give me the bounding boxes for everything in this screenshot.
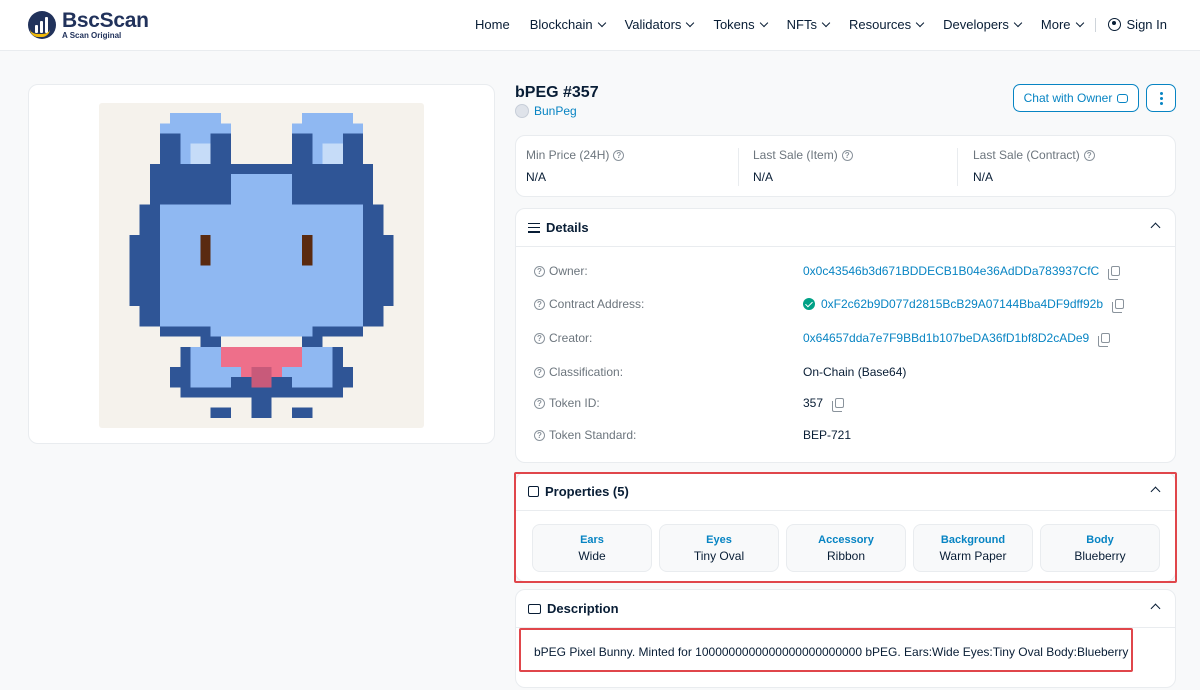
property-eyes[interactable]: Eyes Tiny Oval <box>659 524 779 572</box>
token-title: bPEG #357 <box>515 84 599 101</box>
question-circle-icon[interactable]: ? <box>841 149 853 161</box>
chat-bubble-icon <box>1117 93 1129 103</box>
question-circle-icon[interactable]: ? <box>534 366 545 378</box>
token-id-label: ? Token ID: <box>534 396 600 410</box>
nav-tokens[interactable]: Tokens <box>713 17 768 32</box>
property-body[interactable]: Body Blueberry <box>1040 524 1160 572</box>
owner-address-link[interactable]: 0x0c43546b3d671BDDECB1B04e36AdDDa783937C… <box>803 264 1099 278</box>
question-circle-icon[interactable]: ? <box>613 149 625 161</box>
chevron-down-icon <box>915 18 925 28</box>
copy-icon[interactable] <box>1098 333 1111 347</box>
pixel-bunny-image <box>129 113 394 418</box>
nft-image-card <box>28 84 495 444</box>
token-id-value: 357 <box>803 396 845 412</box>
question-circle-icon[interactable]: ? <box>534 429 545 441</box>
min-price-24h: Min Price (24H)? N/A <box>526 148 625 184</box>
nav-more[interactable]: More <box>1041 17 1084 32</box>
details-section: Details ? Owner: 0x0c43546b3d671BDDECB1B0… <box>515 208 1176 463</box>
properties-section: Properties (5) Ears Wide Eyes Tiny Oval Ac… <box>515 472 1176 582</box>
owner-value: 0x0c43546b3d671BDDECB1B04e36AdDDa783937C… <box>803 264 1121 280</box>
creator-address-link[interactable]: 0x64657dda7e7F9BBd1b107beDA36fD1bf8D2cAD… <box>803 331 1089 345</box>
bscscan-logo[interactable]: BscScan A Scan Original <box>28 10 149 40</box>
question-circle-icon[interactable]: ? <box>534 265 545 277</box>
logo-mark-icon <box>28 11 56 39</box>
properties-header[interactable]: Properties (5) <box>516 473 1175 511</box>
question-circle-icon[interactable]: ? <box>1083 149 1095 161</box>
chevron-up-icon[interactable] <box>1150 222 1161 233</box>
copy-icon[interactable] <box>1108 266 1121 280</box>
price-summary-card: Min Price (24H)? N/A Last Sale (Item)? N… <box>515 135 1176 197</box>
chevron-down-icon <box>597 18 606 28</box>
contract-address-label: ? Contract Address: <box>534 297 644 311</box>
site-header: BscScan A Scan Original Home Blockchain … <box>0 0 1200 51</box>
token-standard-value: BEP-721 <box>803 428 852 442</box>
nav-home[interactable]: Home <box>475 17 510 32</box>
nav-validators[interactable]: Validators <box>625 17 695 32</box>
properties-list: Ears Wide Eyes Tiny Oval Accessory Ribbon B… <box>532 524 1160 572</box>
collection-link[interactable]: BunPeg <box>515 104 577 118</box>
contract-address-link[interactable]: 0xF2c62b9D077d2815BcB29A07144Bba4DF9dff9… <box>821 297 1103 311</box>
copy-icon[interactable] <box>832 398 845 412</box>
document-icon <box>528 603 541 614</box>
list-icon <box>528 222 540 233</box>
question-circle-icon[interactable]: ? <box>534 397 545 409</box>
chevron-down-icon <box>1075 18 1084 28</box>
classification-value: On-Chain (Base64) <box>803 365 907 379</box>
nav-divider <box>1094 17 1096 32</box>
creator-label: ? Creator: <box>534 331 592 345</box>
nft-image[interactable] <box>99 103 424 428</box>
owner-label: ? Owner: <box>534 264 588 278</box>
logo-tagline: A Scan Original <box>62 31 122 40</box>
logo-name: BscScan <box>62 9 149 32</box>
description-section: Description bPEG Pixel Bunny. Minted for… <box>515 589 1176 688</box>
kebab-menu-icon <box>1159 91 1163 105</box>
description-text: bPEG Pixel Bunny. Minted for 10000000000… <box>534 645 1129 659</box>
chevron-down-icon <box>821 18 831 28</box>
copy-icon[interactable] <box>1112 299 1124 313</box>
token-standard-label: ? Token Standard: <box>534 428 636 442</box>
more-options-button[interactable] <box>1146 84 1176 112</box>
chevron-down-icon <box>1013 18 1023 28</box>
nav-resources[interactable]: Resources <box>849 17 925 32</box>
nav-nfts[interactable]: NFTs <box>787 17 831 32</box>
cube-icon <box>528 486 539 497</box>
question-circle-icon[interactable]: ? <box>534 298 545 310</box>
chevron-up-icon[interactable] <box>1150 603 1161 614</box>
property-background[interactable]: Background Warm Paper <box>913 524 1033 572</box>
description-header[interactable]: Description <box>516 590 1175 628</box>
chevron-down-icon <box>686 18 695 28</box>
property-ears[interactable]: Ears Wide <box>532 524 652 572</box>
creator-value: 0x64657dda7e7F9BBd1b107beDA36fD1bf8D2cAD… <box>803 331 1111 347</box>
chevron-up-icon[interactable] <box>1150 486 1161 497</box>
verified-check-icon <box>803 298 815 310</box>
chevron-down-icon <box>759 18 768 28</box>
user-circle-icon <box>1107 18 1121 31</box>
classification-label: ? Classification: <box>534 365 623 379</box>
last-sale-item: Last Sale (Item)? N/A <box>753 148 853 184</box>
nav-blockchain[interactable]: Blockchain <box>530 17 606 32</box>
question-circle-icon[interactable]: ? <box>534 332 545 344</box>
main-nav: Home Blockchain Validators Tokens NFTs R… <box>455 17 1167 32</box>
chat-with-owner-button[interactable]: Chat with Owner <box>1013 84 1139 112</box>
details-header[interactable]: Details <box>516 209 1175 247</box>
sign-in-link[interactable]: Sign In <box>1107 17 1167 32</box>
nav-developers[interactable]: Developers <box>943 17 1023 32</box>
collection-icon <box>515 104 529 118</box>
contract-address-value: 0xF2c62b9D077d2815BcB29A07144Bba4DF9dff9… <box>803 297 1124 313</box>
last-sale-contract: Last Sale (Contract)? N/A <box>973 148 1095 184</box>
property-accessory[interactable]: Accessory Ribbon <box>786 524 906 572</box>
